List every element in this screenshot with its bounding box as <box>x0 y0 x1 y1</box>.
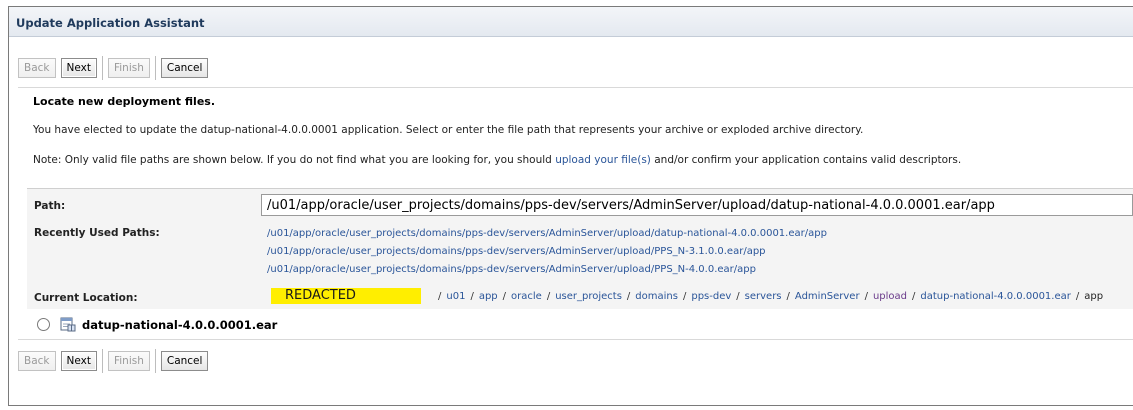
redacted-root: REDACTED <box>271 288 421 304</box>
bottom-button-bar: Back Next Finish Cancel <box>18 349 213 373</box>
back-button[interactable]: Back <box>18 351 56 371</box>
crumb-link[interactable]: u01 <box>446 291 465 302</box>
finish-button[interactable]: Finish <box>107 58 150 78</box>
next-button[interactable]: Next <box>60 351 97 371</box>
crumb-link[interactable]: domains <box>635 291 678 302</box>
ear-radio[interactable] <box>37 318 50 331</box>
crumb-link[interactable]: upload <box>873 291 907 302</box>
current-location-label: Current Location: <box>34 292 138 304</box>
recent-path-link[interactable]: /u01/app/oracle/user_projects/domains/pp… <box>267 246 766 257</box>
crumb-link[interactable]: datup-national-4.0.0.0001.ear <box>920 291 1070 302</box>
path-label: Path: <box>34 200 66 212</box>
finish-button[interactable]: Finish <box>107 351 150 371</box>
upload-files-link[interactable]: upload your file(s) <box>555 154 651 166</box>
crumb-link[interactable]: app <box>479 291 498 302</box>
divider <box>18 339 1133 340</box>
button-separator <box>101 56 103 80</box>
crumb-link[interactable]: user_projects <box>555 291 622 302</box>
assistant-panel: Update Application Assistant Back Next F… <box>8 6 1133 406</box>
path-selection-table: Path: Recently Used Paths: /u01/app/orac… <box>27 188 1133 309</box>
button-separator <box>101 349 103 373</box>
cancel-button[interactable]: Cancel <box>160 58 209 78</box>
next-button[interactable]: Next <box>60 58 97 78</box>
crumb-link[interactable]: servers <box>745 291 782 302</box>
intro-text: You have elected to update the datup-nat… <box>33 124 864 136</box>
back-button[interactable]: Back <box>18 58 56 78</box>
page-heading: Locate new deployment files. <box>33 95 215 108</box>
note-suffix: and/or confirm your application contains… <box>650 154 962 166</box>
recent-path-link[interactable]: /u01/app/oracle/user_projects/domains/pp… <box>267 228 827 239</box>
panel-title: Update Application Assistant <box>9 7 1133 37</box>
button-separator <box>154 56 156 80</box>
crumb-current: app <box>1084 290 1104 302</box>
crumb-link[interactable]: pps-dev <box>691 291 731 302</box>
recent-path-link[interactable]: /u01/app/oracle/user_projects/domains/pp… <box>267 264 756 275</box>
archive-file-icon <box>60 317 76 332</box>
crumb-link[interactable]: AdminServer <box>795 291 860 302</box>
note-prefix: Note: Only valid file paths are shown be… <box>33 154 556 166</box>
button-separator <box>154 349 156 373</box>
note-text: Note: Only valid file paths are shown be… <box>33 154 961 166</box>
crumb-link[interactable]: oracle <box>511 291 542 302</box>
cancel-button[interactable]: Cancel <box>160 351 209 371</box>
recent-paths-label: Recently Used Paths: <box>34 227 160 239</box>
divider <box>18 87 1133 88</box>
ear-file-name[interactable]: datup-national-4.0.0.0001.ear <box>82 318 277 332</box>
path-input[interactable] <box>261 194 1133 216</box>
breadcrumb: REDACTED / u01 / app / oracle / user_pro… <box>271 288 1103 304</box>
top-button-bar: Back Next Finish Cancel <box>18 56 213 80</box>
file-list-item: datup-national-4.0.0.0001.ear <box>37 317 277 332</box>
